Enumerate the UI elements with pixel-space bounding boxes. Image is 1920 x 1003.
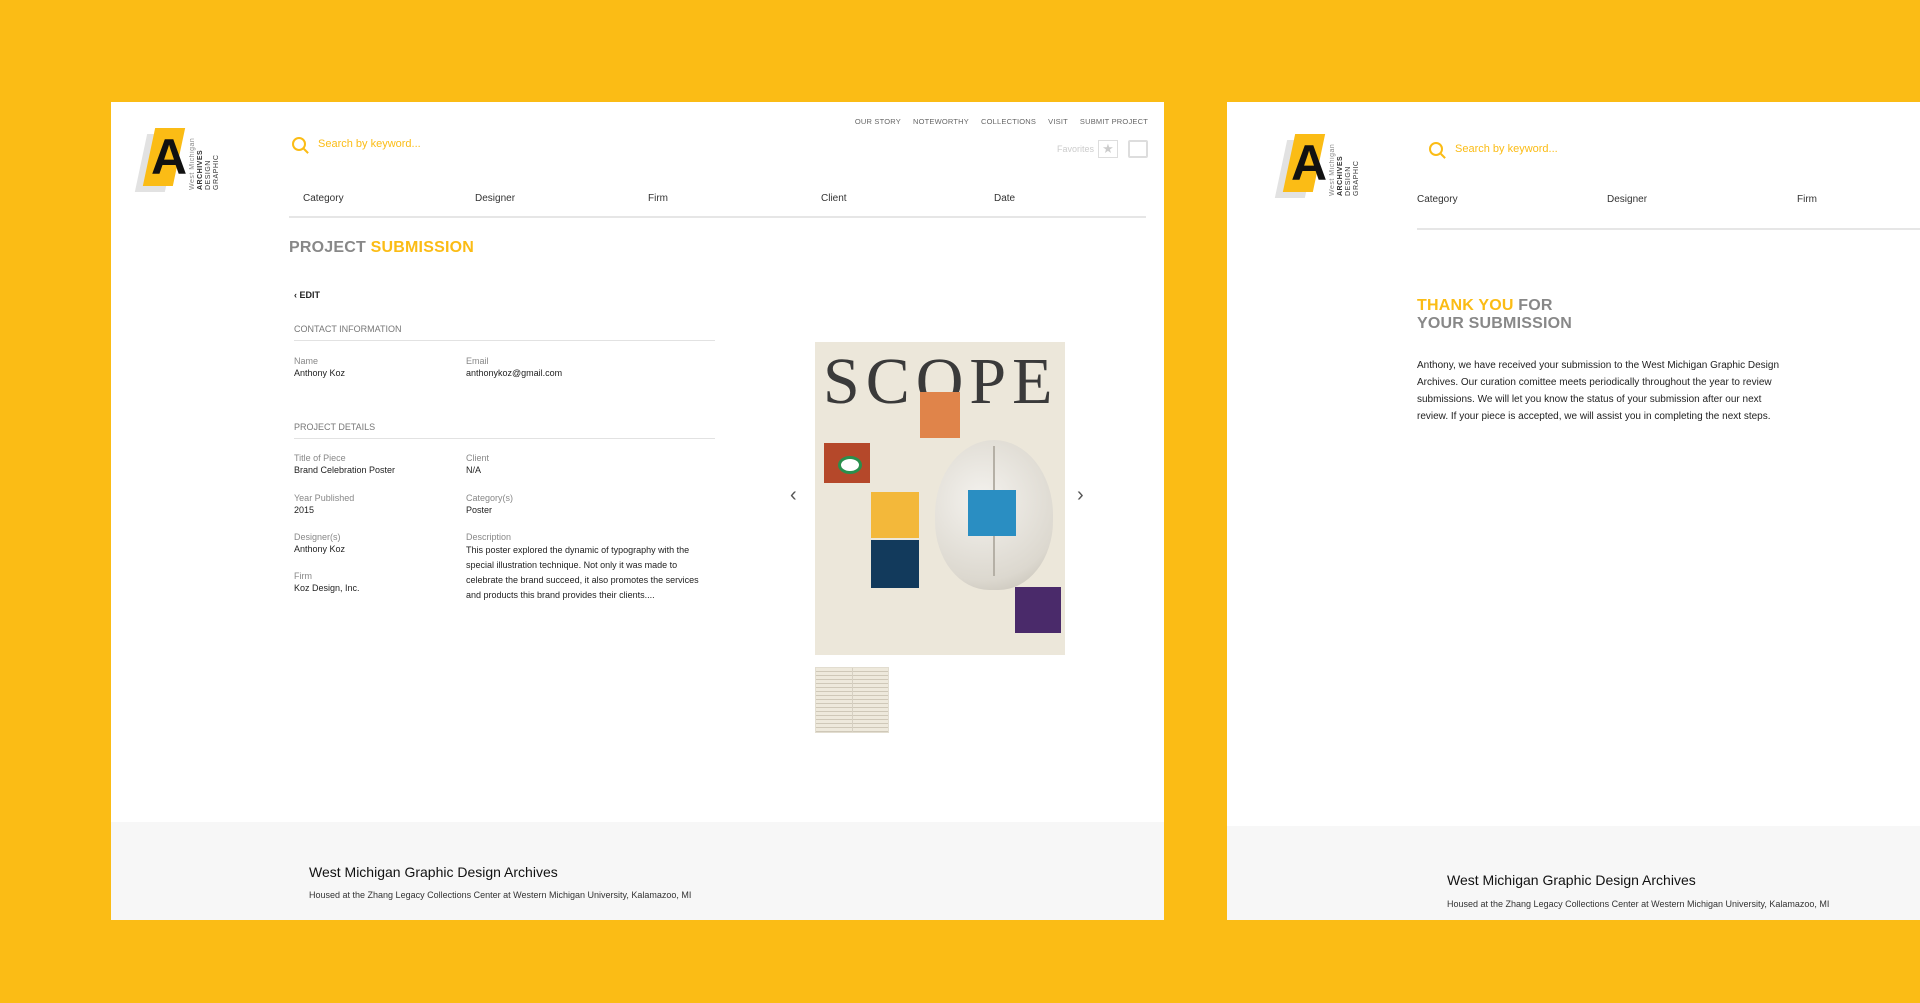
- poster-tile: [871, 540, 919, 588]
- carousel-prev-button[interactable]: ‹: [790, 484, 797, 507]
- page-title: PROJECT SUBMISSION: [289, 239, 474, 256]
- chevron-left-icon: ‹: [294, 290, 297, 300]
- poster-tile: [824, 443, 870, 483]
- thank-you-page: A GRAPHIC DESIGN ARCHIVES West Michigan …: [1227, 102, 1920, 920]
- edit-link[interactable]: ‹ EDIT: [294, 290, 320, 300]
- footer-address: Housed at the Zhang Legacy Collections C…: [309, 890, 692, 900]
- search-icon[interactable]: [1429, 142, 1443, 156]
- field-designer: Designer(s) Anthony Koz: [294, 532, 346, 554]
- favorites-label[interactable]: Favorites: [1057, 144, 1094, 154]
- site-logo[interactable]: A GRAPHIC DESIGN ARCHIVES West Michigan: [134, 128, 221, 192]
- carousel-next-button[interactable]: ›: [1077, 484, 1084, 507]
- thumbnail-image[interactable]: [815, 667, 889, 733]
- poster-tile: [1015, 587, 1061, 633]
- field-firm: Firm Koz Design, Inc.: [294, 571, 360, 593]
- site-logo[interactable]: A GRAPHIC DESIGN ARCHIVES West Michigan: [1274, 134, 1361, 198]
- poster-tile: [920, 392, 960, 438]
- filter-bar: Category Designer Firm: [1417, 194, 1920, 230]
- contact-section-heading: CONTACT INFORMATION: [294, 324, 715, 341]
- top-navigation: OUR STORY NOTEWORTHY COLLECTIONS VISIT S…: [855, 117, 1148, 126]
- footer-org-name: West Michigan Graphic Design Archives: [309, 864, 558, 880]
- details-section-heading: PROJECT DETAILS: [294, 422, 715, 439]
- field-email: Email anthonykoz@gmail.com: [466, 356, 563, 378]
- filter-designer[interactable]: Designer: [1607, 194, 1797, 228]
- nav-noteworthy[interactable]: NOTEWORTHY: [913, 117, 969, 126]
- site-footer: West Michigan Graphic Design Archives Ho…: [1227, 826, 1920, 920]
- search-icon[interactable]: [292, 137, 306, 151]
- poster-tile: [968, 490, 1016, 536]
- thank-you-title: THANK YOU FOR YOUR SUBMISSION: [1417, 297, 1573, 332]
- filter-category[interactable]: Category: [303, 193, 475, 216]
- search-bar[interactable]: [292, 137, 518, 151]
- filter-designer[interactable]: Designer: [475, 193, 648, 216]
- field-description: Description This poster explored the dyn…: [466, 532, 699, 600]
- star-icon[interactable]: ★: [1098, 140, 1118, 158]
- field-year-published: Year Published 2015: [294, 493, 355, 515]
- nav-submit-project[interactable]: SUBMIT PROJECT: [1080, 117, 1148, 126]
- search-bar[interactable]: [1429, 142, 1655, 156]
- field-category: Category(s) Poster: [466, 493, 514, 515]
- filter-client[interactable]: Client: [821, 193, 994, 216]
- field-title-of-piece: Title of Piece Brand Celebration Poster: [294, 453, 396, 475]
- logo-mark: A: [1274, 134, 1327, 198]
- filter-category[interactable]: Category: [1417, 194, 1607, 228]
- search-input[interactable]: [318, 138, 518, 150]
- logo-mark: A: [134, 128, 187, 192]
- footer-address: Housed at the Zhang Legacy Collections C…: [1447, 899, 1830, 909]
- printer-icon[interactable]: [1128, 140, 1148, 158]
- filter-firm[interactable]: Firm: [648, 193, 821, 216]
- filter-bar: Category Designer Firm Client Date: [289, 193, 1146, 218]
- site-footer: West Michigan Graphic Design Archives Ho…: [111, 822, 1164, 920]
- field-client: Client N/A: [466, 453, 490, 475]
- filter-date[interactable]: Date: [994, 193, 1015, 216]
- thank-you-message: Anthony, we have received your submissio…: [1417, 360, 1780, 422]
- poster-tile: [871, 492, 919, 538]
- logo-wordmark: GRAPHIC DESIGN ARCHIVES West Michigan: [189, 137, 220, 190]
- poster-image: SCOPE: [815, 342, 1065, 655]
- nav-collections[interactable]: COLLECTIONS: [981, 117, 1036, 126]
- field-name: Name Anthony Koz: [294, 356, 346, 378]
- nav-our-story[interactable]: OUR STORY: [855, 117, 901, 126]
- footer-org-name: West Michigan Graphic Design Archives: [1447, 872, 1696, 888]
- logo-wordmark: GRAPHIC DESIGN ARCHIVES West Michigan: [1329, 143, 1360, 196]
- page-tools: Favorites ★: [1057, 140, 1148, 158]
- nav-visit[interactable]: VISIT: [1048, 117, 1068, 126]
- filter-firm[interactable]: Firm: [1797, 194, 1817, 228]
- submission-review-page: A GRAPHIC DESIGN ARCHIVES West Michigan …: [111, 102, 1164, 920]
- search-input[interactable]: [1455, 143, 1655, 155]
